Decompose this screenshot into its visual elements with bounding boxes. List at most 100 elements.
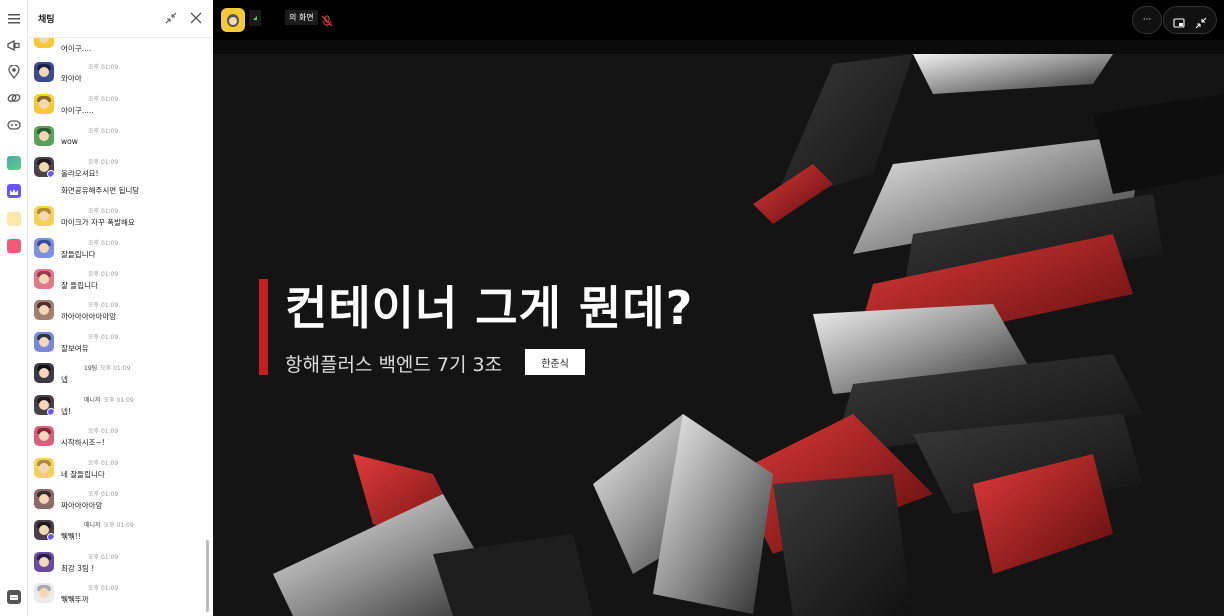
avatar[interactable] [34, 332, 54, 352]
message-meta: 19팀 오후 01:09 [84, 363, 130, 372]
message-meta: 오후 01:09 [85, 300, 118, 309]
location-pin-icon[interactable] [6, 64, 22, 80]
manager-badge-icon [47, 533, 54, 540]
presenter-name-tag: 한춘식 [525, 349, 585, 375]
sparkle-app-icon[interactable] [7, 212, 21, 226]
title-accent-bar [259, 279, 268, 375]
message-time: 오후 01:09 [88, 64, 119, 71]
avatar[interactable] [34, 94, 54, 114]
more-icon[interactable]: ··· [1132, 6, 1162, 34]
sender-name: 매니저 [84, 522, 101, 529]
screen-share-label: 의 화면 [285, 10, 318, 25]
message-text: 뛖뛖뚜까 [61, 595, 89, 604]
message-meta: 오후 01:09 [85, 332, 118, 341]
chat-message: 오후 01:09 최강 3팀 ! [34, 552, 204, 582]
message-text: 잘보여유 [61, 344, 89, 353]
gamepad-icon[interactable] [6, 117, 22, 133]
message-time: 오후 01:09 [88, 334, 119, 341]
chat-message: 오후 01:09 잘보여유 [34, 332, 204, 362]
chat-message: 오후 01:09 잘 들립니다 [34, 269, 204, 299]
message-time: 오후 01:09 [88, 460, 119, 467]
chat-toggle-icon[interactable] [7, 590, 21, 604]
avatar[interactable] [34, 269, 54, 289]
signal-icon [249, 10, 261, 26]
message-text: 화면공유해주시면 됩니당 [61, 186, 140, 195]
message-meta: 오후 01:09 [85, 126, 118, 135]
message-time: 오후 01:09 [100, 365, 131, 372]
view-controls [1163, 6, 1217, 34]
message-text: 시작하시조~! [61, 438, 105, 447]
message-meta: 오후 01:09 [85, 62, 118, 71]
avatar[interactable] [34, 520, 54, 540]
manager-badge-icon [47, 408, 54, 415]
pip-icon[interactable] [1173, 14, 1185, 33]
close-icon[interactable] [188, 10, 204, 26]
chat-message: 오후 01:09 짜아아아아앙 [34, 489, 204, 519]
chat-message: 오후 01:09 시작하시조~! [34, 426, 204, 456]
message-time: 오후 01:09 [88, 240, 119, 247]
message-time: 오후 01:09 [88, 159, 119, 166]
avatar[interactable] [34, 395, 54, 415]
message-time: 오후 01:09 [103, 522, 134, 529]
chat-message: 오후 01:09 잘들립니다 [34, 238, 204, 268]
message-meta: 오후 01:09 [85, 269, 118, 278]
chat-message: 오후 01:09 뛖뛖뚜까 [34, 583, 204, 613]
chat-panel: 채팅 어이구.... 오후 01:09 와아아 오후 01:09 아이구....… [28, 0, 213, 616]
stage-topbar: 의 화면 ··· [213, 0, 1224, 40]
message-time: 오후 01:09 [88, 128, 119, 135]
link-icon[interactable] [6, 90, 22, 106]
megaphone-icon[interactable] [6, 38, 22, 54]
sender-name: 매니저 [84, 397, 101, 404]
chat-message: 오후 01:09 아이구..... [34, 94, 204, 124]
collapse-icon[interactable] [163, 10, 179, 26]
message-text: 올라오셔요! [61, 169, 99, 178]
avatar[interactable] [34, 206, 54, 226]
slide-subtitle: 항해플러스 백엔드 7기 3조 [285, 354, 503, 376]
message-time: 오후 01:09 [103, 397, 134, 404]
avatar[interactable] [34, 583, 54, 603]
message-time: 오후 01:09 [88, 271, 119, 278]
message-text: 까아아아아아아앙 [61, 312, 117, 321]
message-time: 오후 01:09 [88, 585, 119, 592]
avatar[interactable] [34, 552, 54, 572]
message-meta: 매니저 오후 01:09 [84, 520, 134, 529]
chat-message: 매니저 오후 01:09 넵! [34, 395, 204, 425]
message-meta: 오후 01:09 [85, 458, 118, 467]
chat-message: 오후 01:09 올라오셔요! 화면공유해주시면 됩니당 [34, 157, 204, 195]
message-meta: 오후 01:09 [85, 206, 118, 215]
message-text: 네 잘들립니다 [61, 470, 105, 479]
avatar[interactable] [34, 157, 54, 177]
message-meta: 오후 01:09 [85, 94, 118, 103]
avatar[interactable] [34, 458, 54, 478]
chat-scrollbar[interactable] [206, 540, 209, 612]
message-text: 넵! [61, 407, 71, 416]
avatar[interactable] [34, 126, 54, 146]
crown-app-icon[interactable] [7, 184, 21, 198]
chat-message: 오후 01:09 wow [34, 126, 204, 156]
message-meta: 오후 01:09 [85, 583, 118, 592]
host-avatar[interactable] [221, 8, 245, 32]
slide-title: 컨테이너 그게 뭔데? [285, 281, 694, 335]
avatar[interactable] [34, 300, 54, 320]
message-text: 와아아 [61, 74, 82, 83]
chat-title: 채팅 [38, 15, 55, 25]
presentation-slide: 컨테이너 그게 뭔데? 항해플러스 백엔드 7기 3조 한춘식 [213, 54, 1224, 616]
pencil-app-icon[interactable] [7, 239, 21, 253]
minimize-icon[interactable] [1195, 14, 1207, 33]
avatar[interactable] [34, 426, 54, 446]
avatar[interactable] [34, 363, 54, 383]
mic-off-icon [321, 12, 333, 27]
avatar[interactable] [34, 489, 54, 509]
avatar[interactable] [34, 238, 54, 258]
chat-message: 오후 01:09 까아아아아아아앙 [34, 300, 204, 330]
landscape-app-icon[interactable] [7, 156, 21, 170]
message-time: 오후 01:09 [88, 302, 119, 309]
message-meta: 오후 01:09 [85, 238, 118, 247]
chat-message: 오후 01:09 네 잘들립니다 [34, 458, 204, 488]
message-meta: 매니저 오후 01:09 [84, 395, 134, 404]
message-text: 잘 들립니다 [61, 281, 98, 290]
avatar[interactable] [34, 62, 54, 82]
chat-header: 채팅 [28, 0, 213, 38]
message-time: 오후 01:09 [88, 554, 119, 561]
menu-icon[interactable] [6, 11, 22, 27]
